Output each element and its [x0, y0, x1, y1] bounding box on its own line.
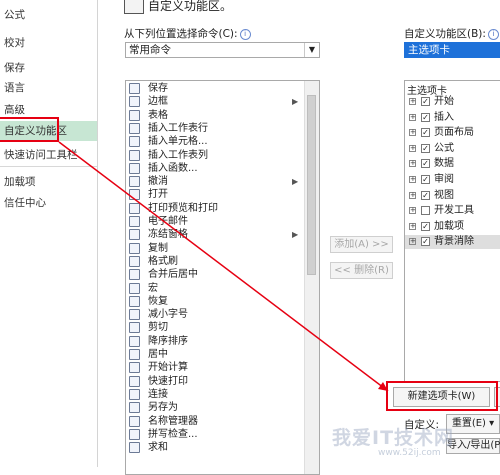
annotation-line: [58, 141, 389, 392]
watermark-url: www.52ij.com: [378, 448, 441, 458]
highlight-nav-box: [0, 117, 59, 142]
watermark-logo: 我爱IT技术网: [332, 427, 455, 449]
highlight-new-tab-box: [386, 381, 498, 411]
